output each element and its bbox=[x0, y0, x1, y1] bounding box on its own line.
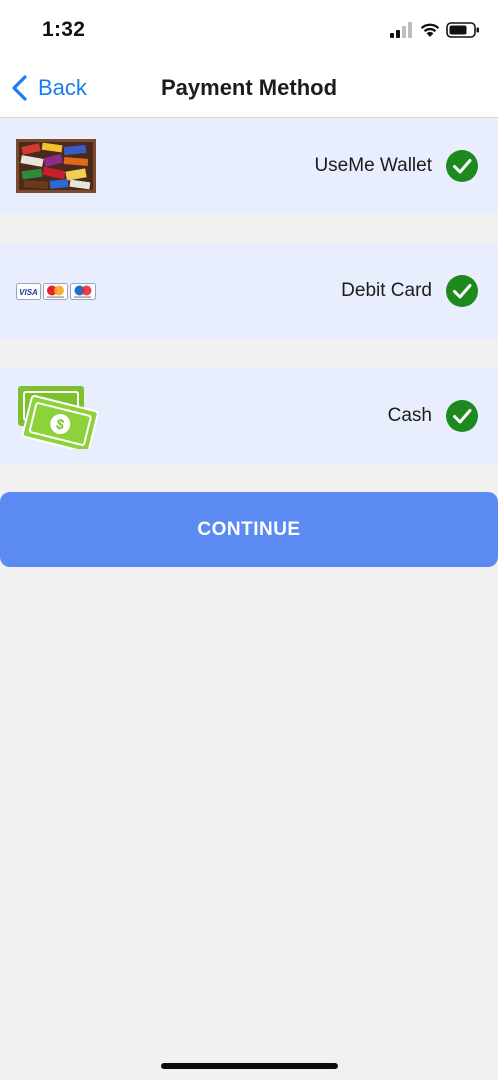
cash-icon: $ bbox=[18, 386, 98, 449]
checkmark-circle-icon bbox=[446, 150, 478, 182]
continue-button[interactable]: CONTINUE bbox=[0, 492, 498, 567]
payment-method-label: UseMe Wallet bbox=[314, 155, 432, 176]
checkmark-circle-icon bbox=[446, 275, 478, 307]
wallet-candy-image bbox=[16, 139, 96, 193]
payment-method-useme-wallet[interactable]: UseMe Wallet bbox=[0, 118, 498, 214]
status-bar: 1:32 bbox=[0, 0, 498, 60]
status-time: 1:32 bbox=[42, 18, 86, 41]
payment-method-cash[interactable]: $ Cash bbox=[0, 368, 498, 464]
card-brands-icon: VISA bbox=[16, 283, 96, 300]
page-title: Payment Method bbox=[160, 75, 338, 100]
payment-method-debit-card[interactable]: VISA Debit Card bbox=[0, 243, 498, 339]
payment-method-label: Cash bbox=[387, 405, 432, 426]
wifi-icon bbox=[420, 23, 440, 37]
home-indicator[interactable] bbox=[161, 1063, 338, 1069]
checkmark-circle-icon bbox=[446, 400, 478, 432]
navigation-bar: Back Payment Method bbox=[0, 60, 498, 118]
payment-method-label: Debit Card bbox=[341, 280, 432, 301]
battery-icon bbox=[446, 22, 479, 38]
cellular-signal-icon bbox=[390, 22, 412, 38]
svg-text:VISA: VISA bbox=[19, 288, 38, 297]
